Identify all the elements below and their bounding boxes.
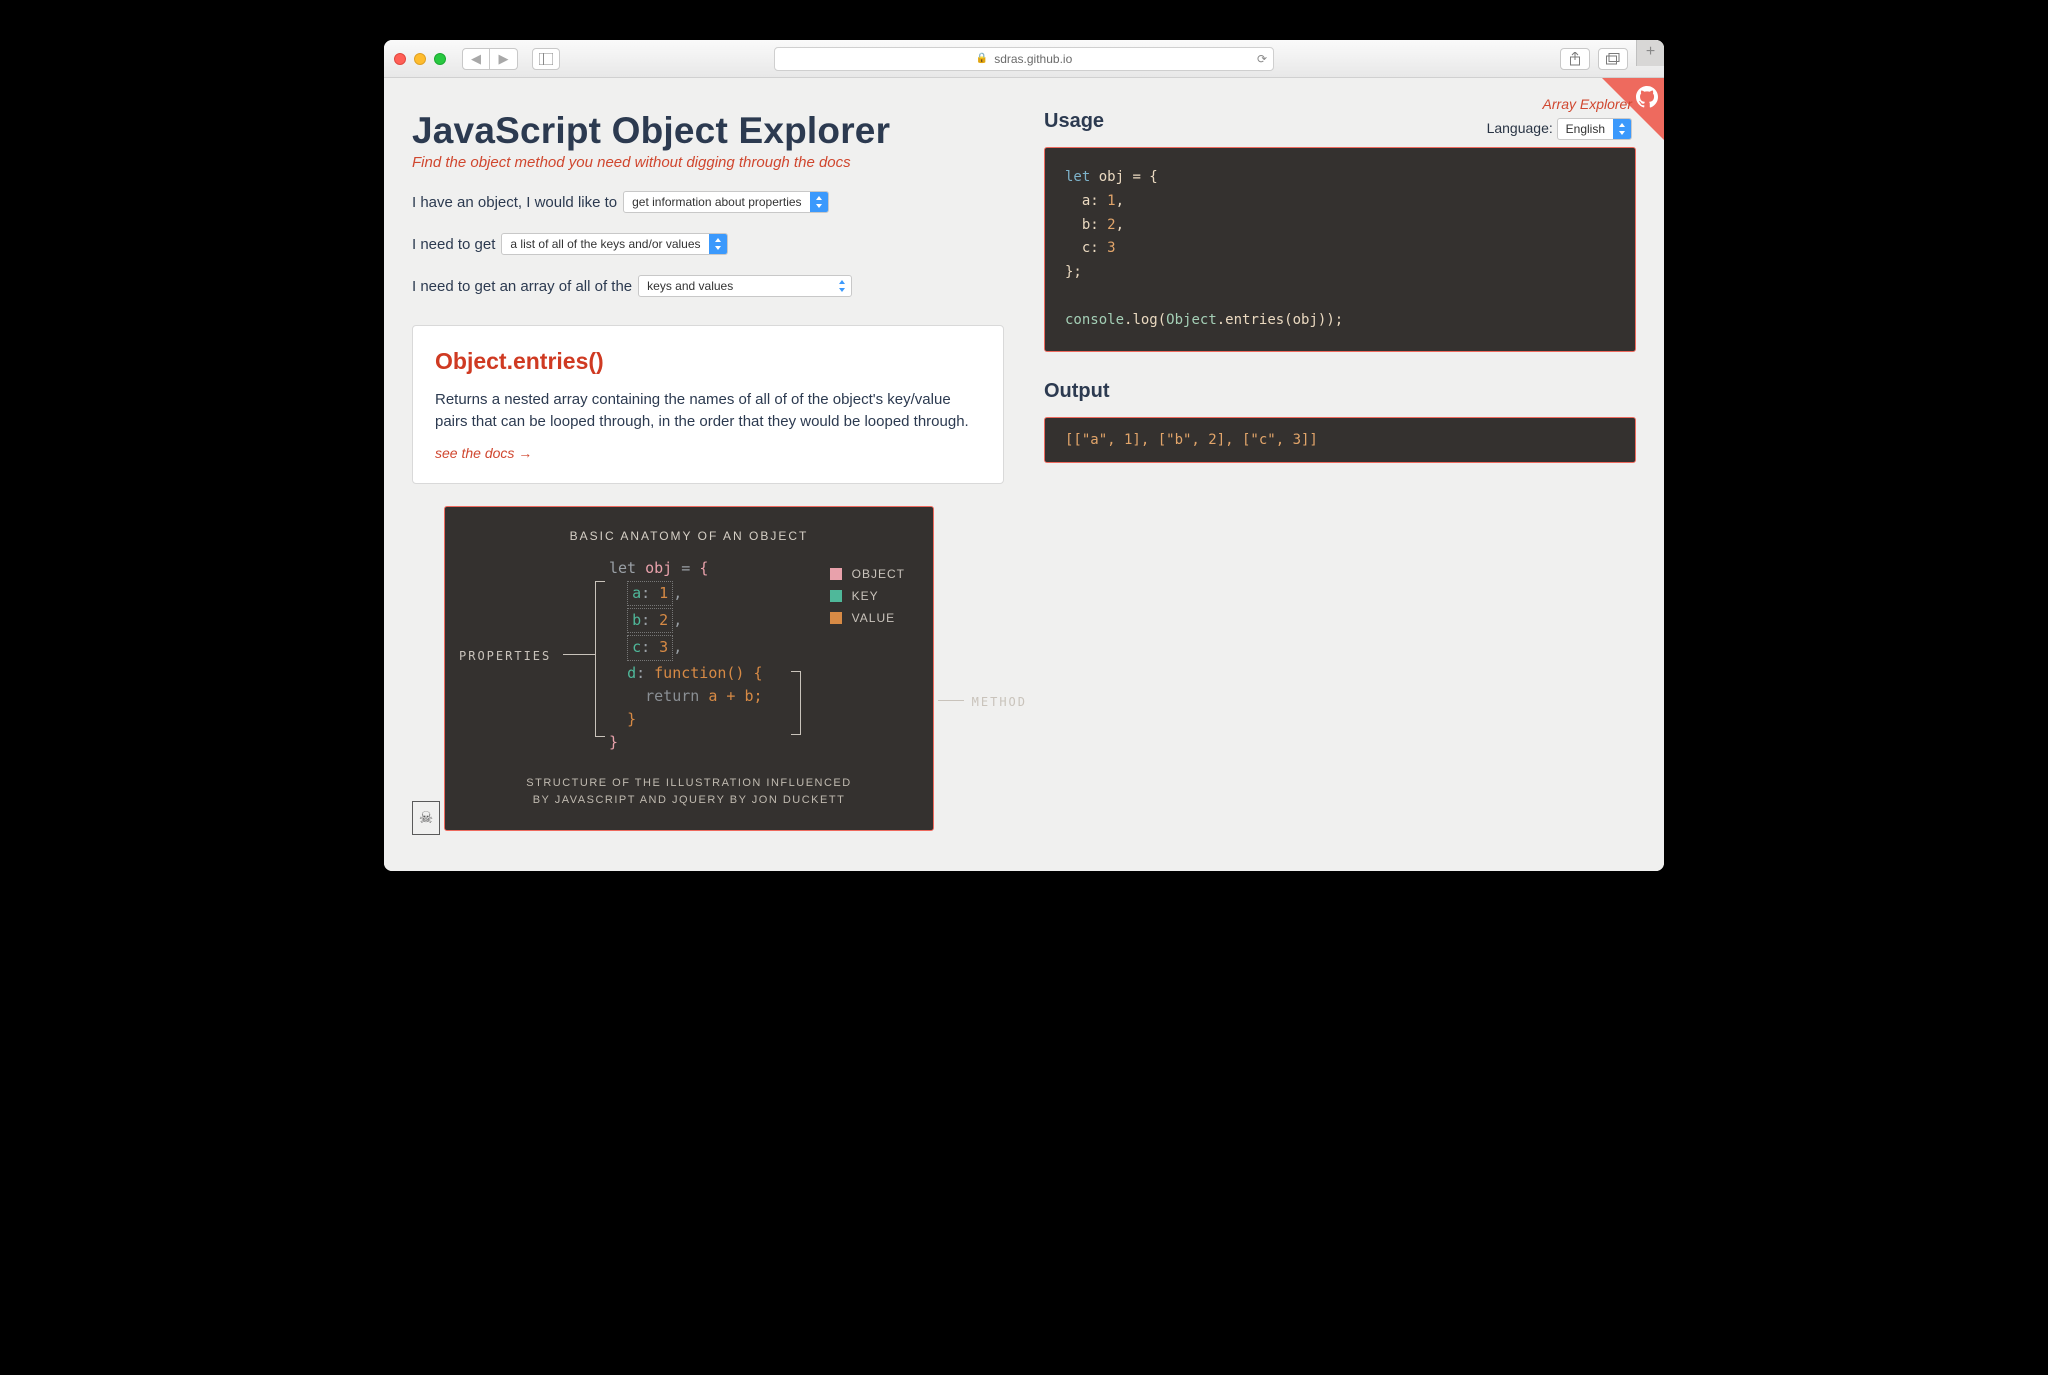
url-host: sdras.github.io bbox=[994, 52, 1072, 66]
properties-bracket-icon bbox=[595, 581, 605, 737]
close-window-icon[interactable] bbox=[394, 53, 406, 65]
page-title: JavaScript Object Explorer bbox=[412, 110, 1004, 152]
share-button[interactable] bbox=[1560, 48, 1590, 70]
page: Array Explorer Language: English JavaScr… bbox=[384, 78, 1664, 871]
array-explorer-link[interactable]: Array Explorer bbox=[1543, 96, 1632, 112]
prompt-2: I need to get a list of all of the keys … bbox=[412, 233, 1004, 255]
language-select[interactable]: English bbox=[1557, 118, 1632, 140]
anatomy-figure: BASIC ANATOMY OF AN OBJECT OBJECT KEY VA… bbox=[444, 506, 934, 831]
url-bar[interactable]: 🔒 sdras.github.io ⟳ bbox=[774, 47, 1274, 71]
docs-link[interactable]: see the docs → bbox=[435, 445, 532, 461]
method-name: Object.entries() bbox=[435, 348, 981, 375]
prompt-3: I need to get an array of all of the key… bbox=[412, 275, 1004, 297]
nav-buttons: ◀ ▶ bbox=[462, 48, 518, 70]
zoom-window-icon[interactable] bbox=[434, 53, 446, 65]
page-subtitle: Find the object method you need without … bbox=[412, 154, 1004, 171]
result-card: Object.entries() Returns a nested array … bbox=[412, 325, 1004, 484]
properties-label: PROPERTIES bbox=[459, 647, 551, 666]
traffic-lights bbox=[394, 53, 446, 65]
back-button[interactable]: ◀ bbox=[462, 48, 490, 70]
new-tab-button[interactable]: + bbox=[1636, 40, 1664, 66]
chevron-updown-icon bbox=[833, 275, 851, 297]
anatomy-caption: BASIC ANATOMY OF AN OBJECT bbox=[469, 529, 909, 543]
chevron-updown-icon bbox=[810, 191, 828, 213]
browser-window: ◀ ▶ 🔒 sdras.github.io ⟳ + Array Explorer bbox=[384, 40, 1664, 871]
output-code: [["a", 1], ["b", 2], ["c", 3]] bbox=[1044, 417, 1636, 463]
forward-button[interactable]: ▶ bbox=[490, 48, 518, 70]
lock-icon: 🔒 bbox=[976, 53, 988, 64]
method-description: Returns a nested array containing the na… bbox=[435, 389, 981, 433]
method-bracket-icon bbox=[791, 671, 801, 735]
show-sidebar-button[interactable] bbox=[532, 48, 560, 70]
select-action[interactable]: get information about properties bbox=[623, 191, 828, 213]
titlebar: ◀ ▶ 🔒 sdras.github.io ⟳ + bbox=[384, 40, 1664, 78]
prompt-1: I have an object, I would like to get in… bbox=[412, 191, 1004, 213]
minimize-window-icon[interactable] bbox=[414, 53, 426, 65]
right-column: Usage let obj = { a: 1, b: 2, c: 3 }; co… bbox=[1044, 110, 1636, 831]
usage-code: let obj = { a: 1, b: 2, c: 3 }; console.… bbox=[1044, 147, 1636, 352]
anatomy-code: PROPERTIES METHOD let obj = { a: 1, b: 2… bbox=[609, 557, 909, 755]
top-links: Array Explorer Language: English bbox=[1487, 96, 1632, 140]
anatomy-credit: STRUCTURE OF THE ILLUSTRATION INFLUENCED… bbox=[469, 775, 909, 810]
tabs-button[interactable] bbox=[1598, 48, 1628, 70]
reload-icon[interactable]: ⟳ bbox=[1257, 52, 1267, 66]
left-column: JavaScript Object Explorer Find the obje… bbox=[412, 110, 1004, 831]
method-label: METHOD bbox=[972, 693, 1027, 712]
select-need[interactable]: a list of all of the keys and/or values bbox=[501, 233, 727, 255]
skeleton-icon[interactable]: ☠ bbox=[412, 801, 440, 835]
select-target[interactable]: keys and values bbox=[638, 275, 852, 297]
output-heading: Output bbox=[1044, 380, 1636, 403]
chevron-updown-icon bbox=[709, 233, 727, 255]
language-label: Language: bbox=[1487, 120, 1553, 136]
